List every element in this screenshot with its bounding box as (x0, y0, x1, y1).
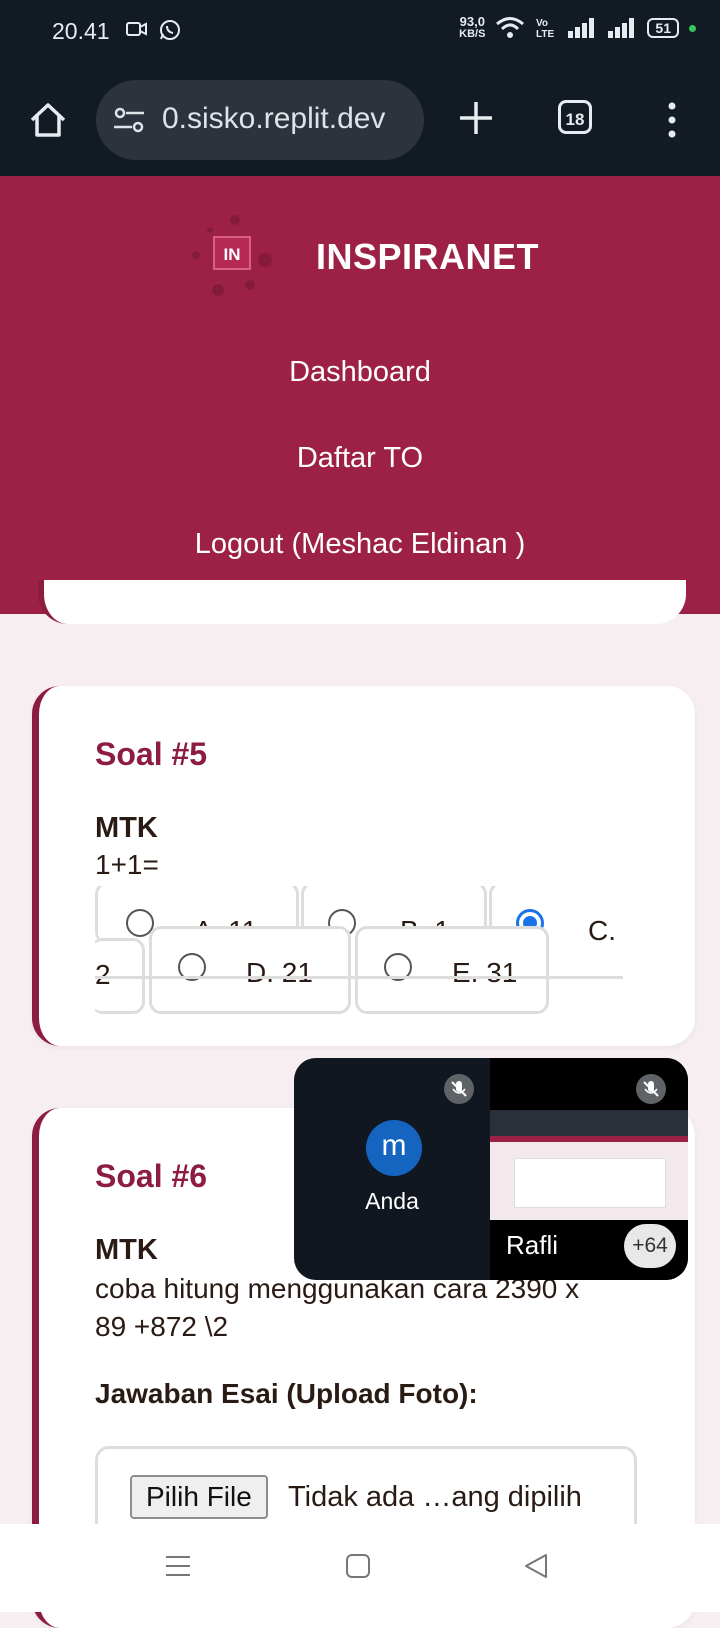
back-icon[interactable] (522, 1552, 550, 1580)
more-menu-icon[interactable] (664, 100, 680, 140)
recent-apps-icon[interactable] (164, 1552, 192, 1580)
self-tile[interactable]: m Anda (294, 1058, 490, 1280)
previous-question-card (38, 580, 686, 624)
question-subject: MTK (95, 1234, 158, 1266)
answer-options: A. 11 B. 1 C. 2 D. 21 E. 31 (95, 886, 623, 1016)
home-nav-icon[interactable] (344, 1552, 372, 1580)
volte-icon: Vo LTE (536, 18, 554, 40)
essay-label: Jawaban Esai (Upload Foto): (95, 1378, 478, 1409)
participant-tile[interactable]: Rafli +64 (490, 1058, 688, 1280)
svg-text:IN: IN (224, 245, 241, 264)
option-d[interactable]: D. 21 (149, 926, 351, 1014)
svg-text:Vo: Vo (536, 18, 548, 29)
home-icon[interactable] (28, 100, 68, 140)
site-settings-icon[interactable] (112, 106, 146, 134)
question-title: Soal #6 (95, 1158, 208, 1194)
nav-link-logout[interactable]: Logout (Meshac Eldinan ) (0, 528, 720, 561)
nav-link-daftar-to[interactable]: Daftar TO (0, 442, 720, 475)
option-label: C. (588, 915, 616, 946)
option-label: D. 21 (246, 957, 313, 988)
option-label: E. 31 (452, 957, 518, 988)
mic-off-icon (636, 1074, 666, 1104)
choose-file-button[interactable]: Pilih File (130, 1475, 268, 1519)
question-text-line-2: 89 +872 \2 (95, 1311, 229, 1342)
self-name: Anda (365, 1188, 419, 1214)
participant-name: Rafli (506, 1230, 559, 1260)
whatsapp-icon (160, 20, 180, 40)
option-divider (95, 976, 623, 979)
video-call-overlay[interactable]: m Anda Rafli +64 (294, 1058, 688, 1280)
status-time: 20.41 (52, 18, 110, 44)
question-card-5: Soal #5 MTK 1+1= A. 11 B. 1 C. 2 D. 21 E… (32, 686, 695, 1046)
svg-text:LTE: LTE (536, 29, 554, 40)
question-text: 1+1= (95, 849, 159, 880)
battery-icon: 51 (647, 18, 679, 38)
url-text[interactable]: 0.sisko.replit.dev (162, 102, 385, 136)
tab-switcher-button[interactable]: 18 (558, 100, 592, 134)
address-bar[interactable]: 0.sisko.replit.dev (96, 80, 424, 160)
status-bar: 20.41 93,0 KB/S Vo LTE 51 (0, 0, 720, 64)
signal-1-icon (568, 18, 595, 38)
wifi-icon (496, 17, 525, 38)
video-call-icon (126, 22, 147, 36)
option-label: 2 (95, 959, 111, 990)
privacy-dot-icon (689, 24, 696, 32)
question-subject: MTK (95, 812, 158, 844)
mic-off-icon (444, 1074, 474, 1104)
file-status: Tidak ada …ang dipilih (288, 1481, 582, 1513)
network-speed: 93,0 KB/S (459, 14, 486, 40)
self-avatar: m (366, 1120, 422, 1176)
brand-name: INSPIRANET (316, 236, 540, 277)
new-tab-icon[interactable] (456, 98, 496, 138)
inspiranet-logo: IN (192, 215, 272, 296)
system-navigation-bar (0, 1524, 720, 1612)
question-title: Soal #5 (95, 736, 208, 772)
participant-count-badge[interactable]: +64 (624, 1224, 676, 1268)
signal-2-icon (608, 18, 635, 38)
status-right: 93,0 KB/S Vo LTE 51 (459, 14, 696, 40)
shared-screen-thumbnail (490, 1110, 688, 1220)
option-e[interactable]: E. 31 (355, 926, 549, 1014)
nav-link-dashboard[interactable]: Dashboard (0, 356, 720, 389)
browser-toolbar: 0.sisko.replit.dev 18 (0, 64, 720, 176)
